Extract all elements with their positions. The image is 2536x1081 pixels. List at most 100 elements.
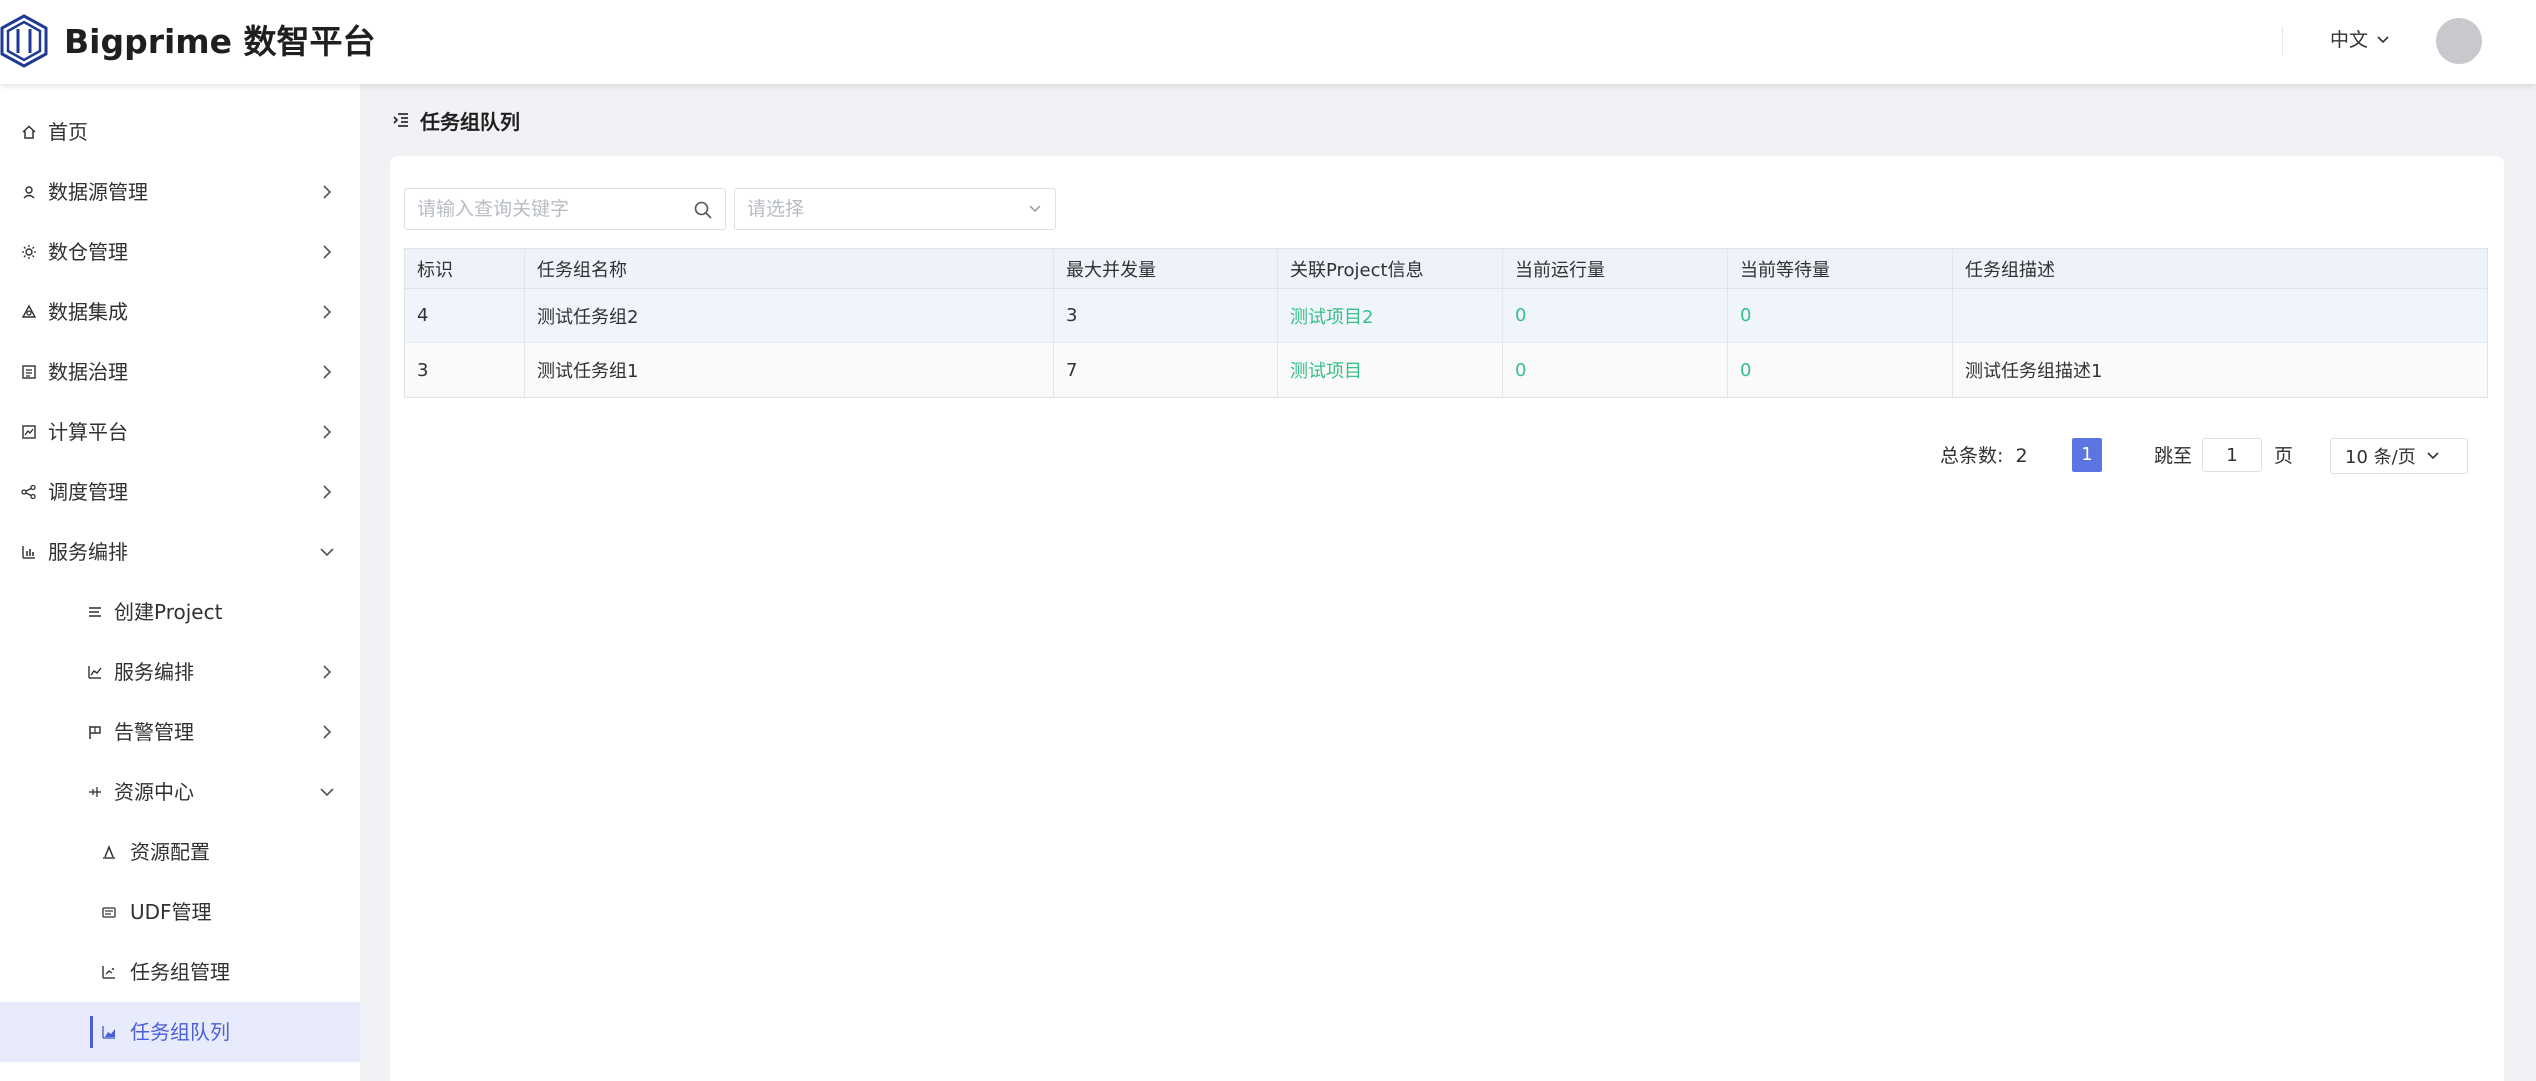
project-link[interactable]: 测试项目2 [1278, 289, 1503, 342]
avatar[interactable] [2436, 18, 2482, 64]
app-title: Bigprime 数智平台 [64, 22, 376, 61]
sidebar-item-task-group[interactable]: 任务组管理 [0, 942, 360, 1002]
cell-desc: 测试任务组描述1 [1965, 361, 2103, 382]
chevron-right-icon [323, 665, 332, 679]
column-header: 当前等待量 [1728, 249, 1953, 288]
sidebar-item-resource-config[interactable]: 资源配置 [0, 822, 360, 882]
table-row[interactable]: 4 测试任务组2 3 测试项目2 0 0 [405, 289, 2487, 343]
sidebar-item-compute[interactable]: 计算平台 [0, 402, 360, 462]
cell-max: 3 [1054, 289, 1278, 342]
pagination: 总条数: 2 1 跳至 页 10 条/页 [390, 438, 2504, 474]
sidebar-item-label: 数仓管理 [48, 240, 128, 264]
sidebar-item-schedule[interactable]: 调度管理 [0, 462, 360, 522]
page-title-text: 任务组队列 [420, 109, 520, 134]
jump-label: 跳至 [2154, 445, 2193, 467]
integration-icon [21, 304, 37, 318]
cell-id: 3 [405, 343, 525, 397]
total-count: 2 [2015, 445, 2028, 467]
table-header: 标识 任务组名称 最大并发量 关联Project信息 当前运行量 当前等待量 任… [405, 249, 2487, 289]
line-chart-icon [88, 666, 102, 679]
sidebar-item-label: 首页 [48, 120, 88, 144]
sidebar-item-label: 创建Project [114, 600, 223, 624]
cell-name: 测试任务组1 [525, 343, 1054, 397]
sidebar-item-home[interactable]: 首页 [0, 102, 360, 162]
jump-input[interactable] [2202, 438, 2262, 472]
sidebar-item-label: 调度管理 [48, 480, 128, 504]
chevron-down-icon [1029, 205, 1041, 213]
chevron-down-icon [320, 788, 334, 797]
column-header: 标识 [405, 249, 525, 288]
sidebar-item-label: 告警管理 [114, 720, 194, 744]
sidebar: 首页 数据源管理 数仓管理 数据集成 数据治理 计算平台 调度管理 服务编排 创… [0, 84, 360, 1081]
chevron-right-icon [323, 425, 332, 439]
page-suffix: 页 [2274, 445, 2294, 467]
udf-icon [102, 907, 116, 918]
warehouse-icon [22, 245, 36, 259]
search-box [404, 188, 726, 230]
cell-name: 测试任务组2 [525, 289, 1054, 342]
chevron-right-icon [323, 485, 332, 499]
indent-icon [393, 113, 408, 127]
list-icon [89, 607, 101, 617]
content-card: 请选择 标识 任务组名称 最大并发量 关联Project信息 当前运行量 当前等… [390, 156, 2504, 1081]
total-label: 总条数: [1940, 445, 2004, 467]
select-placeholder: 请选择 [747, 198, 805, 220]
sidebar-item-label: 数据治理 [48, 360, 128, 384]
page-size-select[interactable]: 10 条/页 [2330, 438, 2468, 474]
sidebar-item-integration[interactable]: 数据集成 [0, 282, 360, 342]
project-select[interactable]: 请选择 [734, 188, 1056, 230]
top-header: Bigprime 数智平台 中文 [0, 0, 2536, 84]
page-button-current[interactable]: 1 [2072, 438, 2102, 472]
sidebar-item-service-orchestration-sub[interactable]: 服务编排 [0, 642, 360, 702]
task-queue-icon [102, 1026, 115, 1039]
sidebar-item-label: 资源中心 [114, 780, 194, 804]
datasource-icon [23, 186, 35, 199]
header-divider [2282, 26, 2283, 56]
sidebar-item-warehouse[interactable]: 数仓管理 [0, 222, 360, 282]
cell-desc [1953, 289, 2487, 342]
sidebar-item-datasource[interactable]: 数据源管理 [0, 162, 360, 222]
sidebar-item-label: UDF管理 [130, 900, 212, 924]
task-queue-table: 标识 任务组名称 最大并发量 关联Project信息 当前运行量 当前等待量 任… [404, 248, 2488, 398]
search-input[interactable] [405, 189, 685, 229]
chevron-right-icon [323, 185, 332, 199]
language-label: 中文 [2330, 29, 2369, 51]
cell-id: 4 [405, 289, 525, 342]
governance-icon [22, 365, 36, 379]
project-link[interactable]: 测试项目 [1278, 343, 1503, 397]
sidebar-item-resource-center[interactable]: 资源中心 [0, 762, 360, 822]
table-row[interactable]: 3 测试任务组1 7 测试项目 0 0 测试任务组描述1 [405, 343, 2487, 397]
resource-icon [89, 787, 101, 797]
search-icon[interactable] [693, 200, 713, 220]
chevron-right-icon [323, 725, 332, 739]
language-select[interactable]: 中文 [2330, 22, 2390, 58]
sidebar-item-create-project[interactable]: 创建Project [0, 582, 360, 642]
sidebar-item-label: 资源配置 [130, 840, 210, 864]
sidebar-item-alert[interactable]: 告警管理 [0, 702, 360, 762]
page-size-label: 10 条/页 [2345, 447, 2416, 468]
schedule-icon [21, 484, 36, 500]
column-header: 任务组描述 [1965, 259, 2055, 281]
column-header: 关联Project信息 [1278, 249, 1503, 288]
chevron-down-icon [2377, 36, 2389, 44]
column-header: 任务组名称 [525, 249, 1054, 288]
sidebar-item-governance[interactable]: 数据治理 [0, 342, 360, 402]
sidebar-item-label: 数据源管理 [48, 180, 148, 204]
cell-waiting: 0 [1728, 289, 1953, 342]
sidebar-item-label: 服务编排 [48, 540, 128, 564]
sidebar-item-task-queue[interactable]: 任务组队列 [0, 1002, 360, 1062]
cell-waiting: 0 [1728, 343, 1953, 397]
sidebar-item-label: 服务编排 [114, 660, 194, 684]
sidebar-item-service-orchestration[interactable]: 服务编排 [0, 522, 360, 582]
chevron-down-icon [2427, 452, 2439, 460]
compute-icon [22, 425, 36, 439]
config-icon [103, 844, 115, 859]
logo-icon [0, 14, 48, 68]
sidebar-item-udf[interactable]: UDF管理 [0, 882, 360, 942]
pagination-total: 总条数: 2 [1940, 438, 2028, 474]
flag-icon [89, 726, 101, 739]
chevron-down-icon [320, 548, 334, 557]
chevron-right-icon [323, 305, 332, 319]
cell-running: 0 [1503, 343, 1728, 397]
cell-max: 7 [1054, 343, 1278, 397]
